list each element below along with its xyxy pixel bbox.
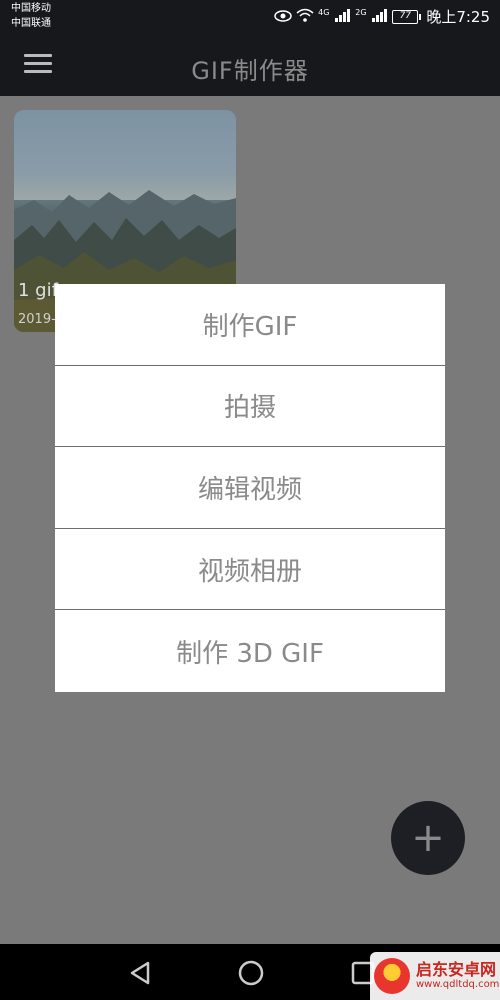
- watermark-logo-icon: [374, 958, 410, 994]
- plus-icon: +: [411, 815, 445, 861]
- page-title: GIF制作器: [191, 57, 309, 85]
- gif-title: 1 gif: [18, 280, 58, 301]
- signal-icon-secondary: 2G: [355, 8, 388, 26]
- video-album-option[interactable]: 视频相册: [55, 529, 445, 611]
- gif-date: 2019-: [18, 312, 56, 327]
- carrier-primary: 中国移动: [11, 3, 51, 14]
- clock: 晚上7:25: [426, 8, 490, 26]
- carrier-secondary: 中国联通: [11, 18, 51, 29]
- add-button[interactable]: +: [391, 801, 465, 875]
- eye-icon: [274, 8, 292, 26]
- make-3d-gif-option[interactable]: 制作 3D GIF: [55, 610, 445, 692]
- action-dialog: 制作GIF 拍摄 编辑视频 视频相册 制作 3D GIF: [55, 284, 445, 692]
- watermark-url: www.qdltdq.com: [416, 979, 500, 990]
- back-triangle-icon[interactable]: [126, 958, 156, 988]
- watermark: 启东安卓网 www.qdltdq.com: [370, 952, 500, 1000]
- battery-icon: 77: [392, 9, 422, 24]
- status-icons: 4G 2G 77 晚上7:25: [274, 0, 490, 33]
- app-bar: GIF制作器: [0, 33, 500, 96]
- home-circle-icon[interactable]: [236, 958, 266, 988]
- shoot-option[interactable]: 拍摄: [55, 366, 445, 448]
- status-bar: 中国移动 中国联通 4G 2G 77 晚上7:25: [0, 0, 500, 33]
- make-gif-option[interactable]: 制作GIF: [55, 284, 445, 366]
- watermark-name: 启东安卓网: [416, 960, 497, 979]
- signal-icon: 4G: [318, 8, 351, 26]
- wifi-icon: [296, 8, 314, 26]
- edit-video-option[interactable]: 编辑视频: [55, 447, 445, 529]
